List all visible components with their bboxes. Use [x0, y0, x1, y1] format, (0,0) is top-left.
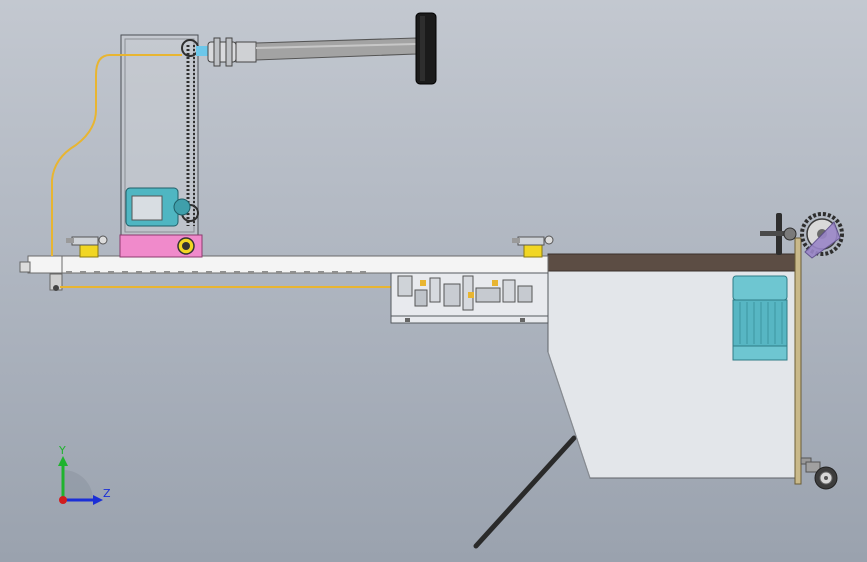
y-axis-label: Y	[58, 444, 66, 457]
x-axis-dot	[59, 496, 67, 504]
cad-viewport[interactable]: Y Z	[0, 0, 867, 562]
sensor-left[interactable]	[66, 235, 108, 258]
control-box[interactable]	[390, 272, 549, 324]
support-leg[interactable]	[794, 237, 812, 485]
triad-quadrant	[63, 470, 93, 500]
end-disc[interactable]	[415, 12, 437, 85]
diagonal-strut[interactable]	[473, 435, 577, 549]
spindle-shaft[interactable]	[196, 37, 417, 67]
coordinate-triad: Y Z	[58, 444, 111, 505]
sensor-right[interactable]	[512, 235, 554, 258]
right-motor[interactable]	[732, 275, 788, 361]
sprocket-wheel[interactable]	[800, 212, 844, 259]
z-axis-arrow	[93, 495, 103, 505]
top-plate[interactable]	[547, 253, 797, 272]
caster-wheel[interactable]	[805, 461, 838, 490]
pink-base[interactable]	[119, 234, 203, 258]
y-axis-arrow	[58, 456, 68, 466]
handwheel[interactable]	[760, 213, 797, 255]
assembly-drawing[interactable]: Y Z	[0, 0, 867, 562]
z-axis-label: Z	[103, 487, 111, 500]
